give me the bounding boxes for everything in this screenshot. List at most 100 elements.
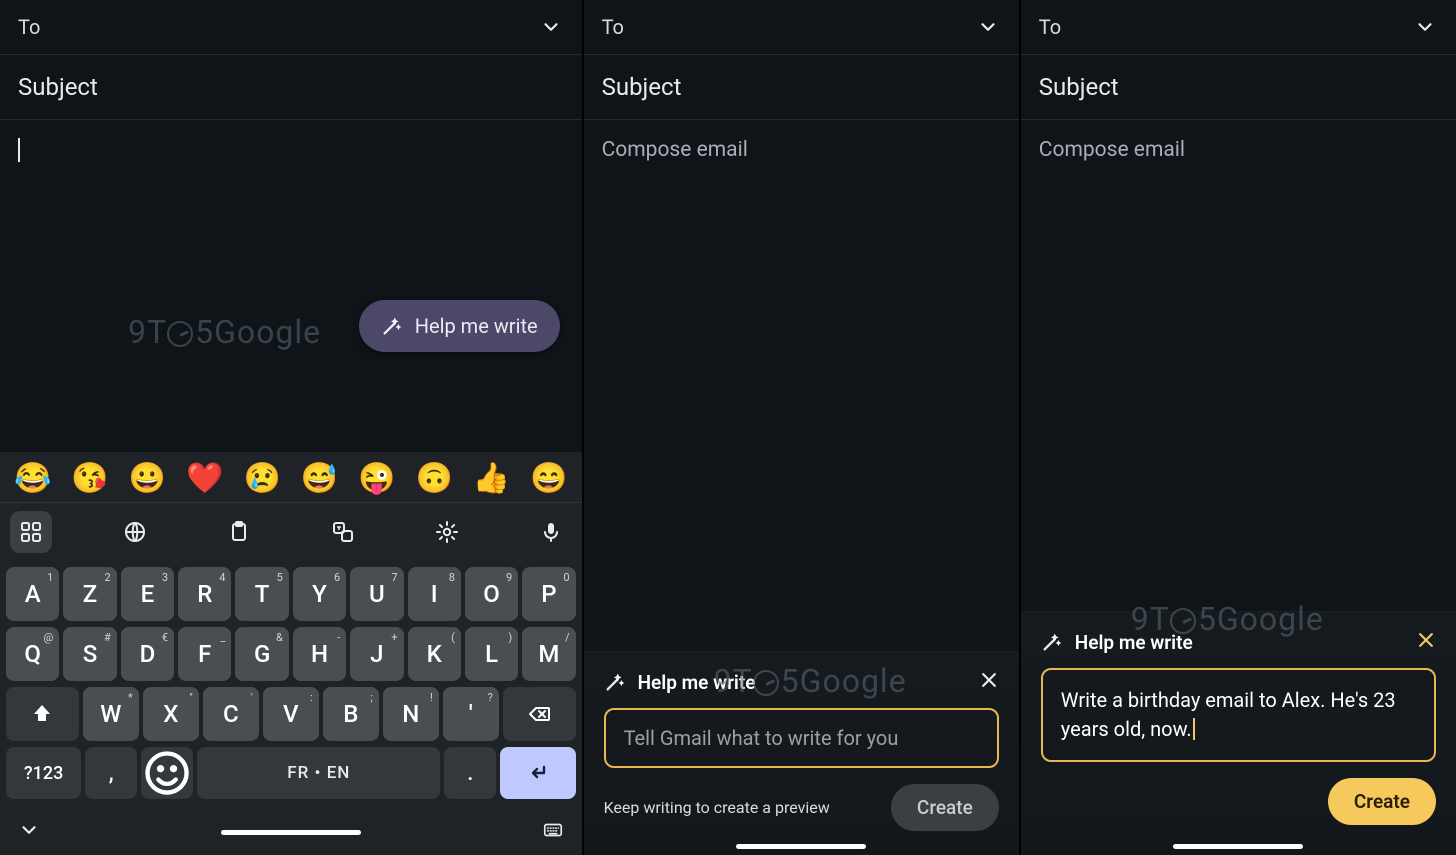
- keyboard-switch-icon[interactable]: [542, 819, 564, 845]
- key-t[interactable]: T5: [235, 567, 288, 621]
- apps-icon[interactable]: [10, 511, 52, 553]
- mic-icon[interactable]: [530, 511, 572, 553]
- body-placeholder: Compose email: [1039, 138, 1185, 162]
- to-field[interactable]: To: [0, 0, 582, 55]
- system-nav-bar: [0, 811, 582, 855]
- gear-icon[interactable]: [426, 511, 468, 553]
- enter-key[interactable]: [500, 747, 575, 799]
- key-v[interactable]: V:: [263, 687, 319, 741]
- key-z[interactable]: Z2: [63, 567, 116, 621]
- spacebar[interactable]: FR • EN: [197, 747, 440, 799]
- body-field[interactable]: 9T5Google Help me write: [0, 120, 582, 452]
- help-me-write-sheet: 9T5Google Help me write Write a birthday…: [1021, 611, 1456, 855]
- screenshot-panel-1: To Subject 9T5Google Help me write 😂 😘 😀…: [0, 0, 584, 855]
- magic-wand-icon: [1041, 631, 1063, 653]
- gesture-handle: [1173, 844, 1303, 849]
- close-icon[interactable]: [1416, 630, 1436, 654]
- chevron-down-icon[interactable]: [1412, 14, 1438, 40]
- to-field[interactable]: To: [1021, 0, 1456, 55]
- prompt-text: Write a birthday email to Alex. He's 23 …: [1061, 688, 1396, 741]
- prompt-input[interactable]: Tell Gmail what to write for you: [604, 708, 999, 768]
- key-e[interactable]: E3: [121, 567, 174, 621]
- key-s[interactable]: S#: [63, 627, 116, 681]
- hint-text: Keep writing to create a preview: [604, 798, 830, 817]
- emoji-option[interactable]: 😅: [301, 464, 338, 494]
- emoji-option[interactable]: 😜: [358, 464, 395, 494]
- subject-label: Subject: [1039, 73, 1119, 101]
- emoji-option[interactable]: 😂: [14, 464, 51, 494]
- prompt-placeholder: Tell Gmail what to write for you: [624, 726, 899, 750]
- sheet-title: Help me write: [1075, 631, 1193, 654]
- key-u[interactable]: U7: [350, 567, 403, 621]
- magic-wand-icon: [381, 315, 403, 337]
- emoji-option[interactable]: 👍: [473, 464, 510, 494]
- help-me-write-label: Help me write: [415, 314, 538, 338]
- emoji-option[interactable]: 😀: [129, 464, 166, 494]
- period-key[interactable]: .: [444, 747, 496, 799]
- key-h[interactable]: H-: [293, 627, 346, 681]
- key-w[interactable]: W*: [83, 687, 139, 741]
- backspace-key[interactable]: [503, 687, 576, 741]
- key-a[interactable]: A1: [6, 567, 59, 621]
- key-g[interactable]: G&: [235, 627, 288, 681]
- key-row-1: A1 Z2 E3 R4 T5 Y6 U7 I8 O9 P0: [6, 567, 576, 621]
- emoji-option[interactable]: 🙃: [416, 464, 453, 494]
- emoji-option[interactable]: ❤️: [186, 464, 223, 494]
- key-q[interactable]: Q@: [6, 627, 59, 681]
- key-j[interactable]: J+: [350, 627, 403, 681]
- emoji-key[interactable]: [141, 747, 193, 799]
- key-l[interactable]: L): [465, 627, 518, 681]
- chevron-down-icon[interactable]: [538, 14, 564, 40]
- key-row-2: Q@ S# D€ F_ G& H- J+ K( L) M/: [6, 627, 576, 681]
- symbols-key[interactable]: ?123: [6, 747, 81, 799]
- key-apostrophe[interactable]: '?: [443, 687, 499, 741]
- subject-label: Subject: [602, 73, 682, 101]
- translate-icon[interactable]: [322, 511, 364, 553]
- gesture-handle: [221, 830, 361, 835]
- collapse-keyboard-icon[interactable]: [18, 819, 40, 845]
- text-cursor: [18, 138, 20, 162]
- prompt-input[interactable]: Write a birthday email to Alex. He's 23 …: [1041, 668, 1436, 762]
- key-f[interactable]: F_: [178, 627, 231, 681]
- key-row-4: ?123 , FR • EN .: [6, 747, 576, 799]
- clipboard-icon[interactable]: [218, 511, 260, 553]
- key-m[interactable]: M/: [522, 627, 575, 681]
- gesture-handle: [736, 844, 866, 849]
- key-o[interactable]: O9: [465, 567, 518, 621]
- to-label: To: [18, 15, 40, 39]
- key-r[interactable]: R4: [178, 567, 231, 621]
- comma-key[interactable]: ,: [85, 747, 137, 799]
- create-button[interactable]: Create: [1328, 778, 1436, 825]
- key-d[interactable]: D€: [121, 627, 174, 681]
- globe-icon[interactable]: [114, 511, 156, 553]
- keyboard-toolbar: [0, 503, 582, 563]
- subject-field[interactable]: Subject: [0, 55, 582, 120]
- screenshot-panel-3: To Subject Compose email 9T5Google Help …: [1021, 0, 1456, 855]
- emoji-option[interactable]: 😢: [243, 464, 280, 494]
- key-p[interactable]: P0: [522, 567, 575, 621]
- help-me-write-sheet: 9T5Google Help me write Tell Gmail what …: [584, 651, 1019, 855]
- emoji-option[interactable]: 😘: [71, 464, 108, 494]
- subject-field[interactable]: Subject: [1021, 55, 1456, 120]
- to-label: To: [1039, 15, 1061, 39]
- key-n[interactable]: N!: [383, 687, 439, 741]
- text-cursor: [1193, 718, 1195, 740]
- screenshot-panel-2: To Subject Compose email 9T5Google Help …: [584, 0, 1021, 855]
- key-c[interactable]: C': [203, 687, 259, 741]
- key-x[interactable]: X": [143, 687, 199, 741]
- shift-key[interactable]: [6, 687, 79, 741]
- help-me-write-pill[interactable]: Help me write: [359, 300, 560, 352]
- body-placeholder: Compose email: [602, 138, 748, 162]
- create-button[interactable]: Create: [891, 784, 999, 831]
- watermark: 9T5Google: [128, 313, 321, 351]
- key-row-3: W* X" C' V: B; N! '?: [6, 687, 576, 741]
- to-field[interactable]: To: [584, 0, 1019, 55]
- key-i[interactable]: I8: [408, 567, 461, 621]
- key-k[interactable]: K(: [408, 627, 461, 681]
- subject-field[interactable]: Subject: [584, 55, 1019, 120]
- key-y[interactable]: Y6: [293, 567, 346, 621]
- emoji-option[interactable]: 😄: [530, 464, 567, 494]
- key-b[interactable]: B;: [323, 687, 379, 741]
- close-icon[interactable]: [979, 670, 999, 694]
- chevron-down-icon[interactable]: [975, 14, 1001, 40]
